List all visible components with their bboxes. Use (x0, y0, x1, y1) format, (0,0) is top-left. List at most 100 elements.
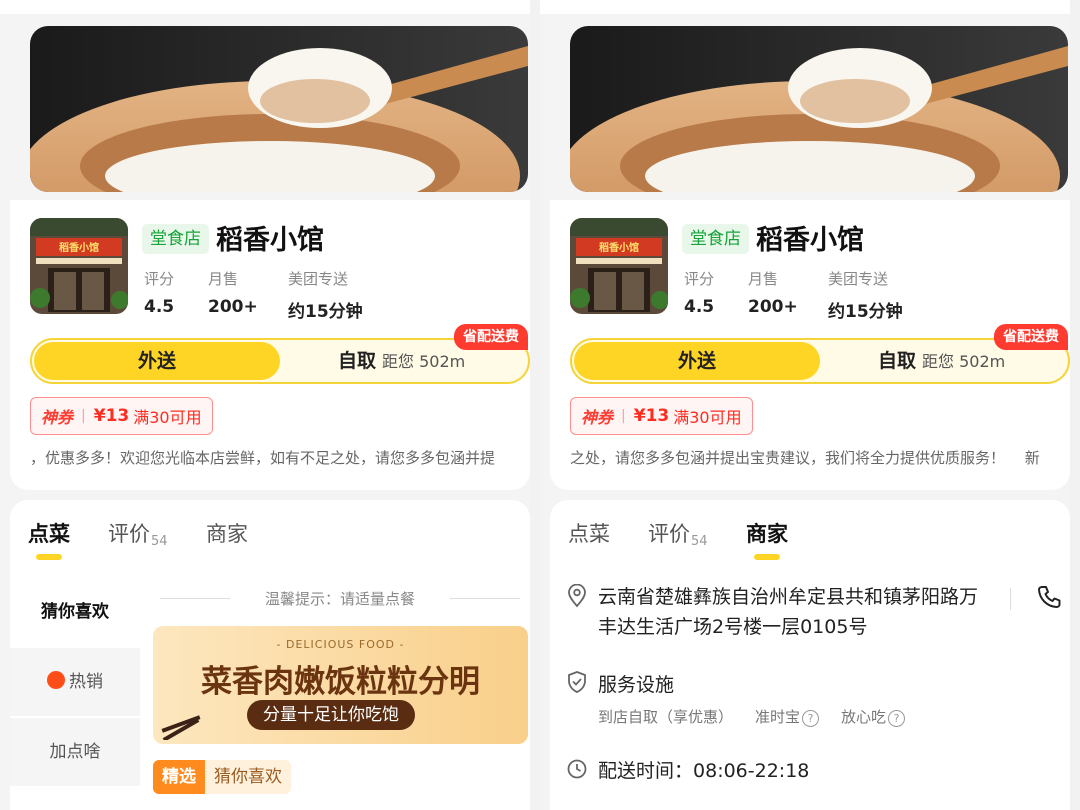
hero-image (570, 26, 1068, 192)
tab-merchant-label: 商家 (206, 522, 248, 546)
dine-in-tag: 堂食店 (682, 224, 749, 254)
pickup-label: 自取 (338, 350, 377, 372)
tab-order-label: 点菜 (28, 522, 70, 546)
tab-reviews[interactable]: 评价54 (648, 518, 708, 549)
delivery-time-stat: 美团专送 约15分钟 (288, 268, 363, 322)
review-count: 54 (151, 534, 168, 549)
category-label: 热销 (69, 672, 103, 692)
pickup-label: 自取 (878, 350, 917, 372)
services-title: 服务设施 (598, 674, 675, 696)
status-strip (540, 0, 1070, 14)
menu-body: 猜你喜欢 热销 加点啥 温馨提示：请适量点餐 - DELICIOUS FOOD … (10, 562, 530, 810)
stat-label: 月售 (748, 270, 779, 288)
stat-label: 评分 (684, 270, 715, 288)
stat-label: 月售 (208, 270, 239, 288)
section-title: 猜你喜欢 (205, 760, 291, 794)
tab-order[interactable]: 点菜 (28, 518, 70, 560)
banner-title: 菜香肉嫩饭粒粒分明 (201, 664, 480, 700)
coupon-brand: 神券 (581, 408, 614, 427)
service-item: 到店自取（享优惠） (598, 708, 734, 726)
store-card: 稻香小馆 堂食店 稻香小馆 评分 4.5 月售 200+ 美团专送 约15分钟 … (550, 200, 1070, 490)
stat-value: 4.5 (684, 297, 715, 317)
service-item-safe[interactable]: 放心吃? (841, 706, 906, 727)
announcement-marquee: ，优惠多多！欢迎您光临本店尝鲜，如有不足之处，请您多多包涵并提 (30, 449, 496, 467)
delivery-mode-toggle[interactable]: 外送 自取 距您 502m 省配送费 (570, 324, 1070, 384)
free-delivery-badge: 省配送费 (454, 324, 528, 350)
stat-value: 约15分钟 (288, 302, 363, 322)
tab-reviews-label: 评价 (648, 522, 690, 546)
stat-label: 美团专送 (828, 270, 889, 288)
promo-banner[interactable]: - DELICIOUS FOOD - 菜香肉嫩饭粒粒分明 分量十足让你吃饱 (153, 626, 528, 744)
service-item-ontime[interactable]: 准时宝? (755, 706, 820, 727)
phone-icon[interactable] (1036, 584, 1062, 610)
stat-value: 约15分钟 (828, 302, 903, 322)
help-circle-icon[interactable]: ? (888, 710, 906, 727)
tab-merchant[interactable]: 商家 (746, 518, 788, 560)
rating-stat: 评分 4.5 (684, 268, 714, 317)
tab-reviews[interactable]: 评价54 (108, 518, 168, 549)
order-tip: 温馨提示：请适量点餐 (160, 588, 520, 609)
category-add-ons[interactable]: 加点啥 (10, 718, 140, 786)
distance-text: 距您 502m (922, 352, 1006, 371)
banner-subtitle: - DELICIOUS FOOD - (276, 638, 405, 651)
coupon-chip[interactable]: 神券 | ¥13 满30可用 (570, 397, 753, 435)
hours-value: 08:06-22:18 (693, 760, 810, 782)
section-header: 精选 猜你喜欢 (153, 760, 291, 794)
coupon-condition: 满30可用 (673, 408, 742, 427)
free-delivery-badge: 省配送费 (994, 324, 1068, 350)
tab-reviews-label: 评价 (108, 522, 150, 546)
delivery-option[interactable]: 外送 (34, 342, 280, 380)
flame-icon (47, 671, 65, 689)
coupon-brand: 神券 (41, 408, 74, 427)
merchant-info: 云南省楚雄彝族自治州牟定县共和镇茅阳路万丰达生活广场2号楼一层0105号 服务设… (550, 562, 1070, 810)
storefront-image: 稻香小馆 (30, 218, 128, 314)
stat-value: 200+ (208, 297, 258, 317)
stat-value: 200+ (748, 297, 798, 317)
announcement-marquee: 之处，请您多多包涵并提出宝贵建议，我们将全力提供优质服务！ 新 (570, 449, 1040, 467)
pickup-option[interactable]: 自取 距您 502m (878, 340, 1005, 383)
help-circle-icon[interactable]: ? (802, 710, 820, 727)
store-name: 稻香小馆 (756, 225, 864, 256)
coupon-chip[interactable]: 神券 | ¥13 满30可用 (30, 397, 213, 435)
review-count: 54 (691, 534, 708, 549)
stat-label: 美团专送 (288, 270, 349, 288)
service-label: 准时宝 (755, 708, 801, 726)
distance-text: 距您 502m (382, 352, 466, 371)
store-name: 稻香小馆 (216, 225, 324, 256)
delivery-hours: 配送时间：08:06-22:18 (598, 756, 809, 783)
coupon-condition: 满30可用 (133, 408, 202, 427)
storefront-image: 稻香小馆 (570, 218, 668, 314)
tab-order[interactable]: 点菜 (568, 518, 610, 548)
tab-bar: 点菜 评价54 商家 (10, 500, 530, 562)
category-guess-you-like[interactable]: 猜你喜欢 (10, 578, 140, 646)
right-screen: 稻香小馆 堂食店 稻香小馆 评分 4.5 月售 200+ 美团专送 约15分钟 … (540, 0, 1070, 810)
coupon-separator: | (621, 408, 626, 424)
tab-bar: 点菜 评价54 商家 (550, 500, 1070, 562)
delivery-time-stat: 美团专送 约15分钟 (828, 268, 903, 322)
dine-in-tag: 堂食店 (142, 224, 209, 254)
store-card: 稻香小馆 堂食店 稻香小馆 评分 4.5 月售 200+ 美团专送 约15分钟 … (10, 200, 530, 490)
tab-merchant[interactable]: 商家 (206, 518, 248, 548)
delivery-mode-toggle[interactable]: 外送 自取 距您 502m 省配送费 (30, 324, 530, 384)
store-address[interactable]: 云南省楚雄彝族自治州牟定县共和镇茅阳路万丰达生活广场2号楼一层0105号 (598, 582, 988, 642)
delivery-option[interactable]: 外送 (574, 342, 820, 380)
tab-merchant-label: 商家 (746, 522, 788, 546)
location-pin-icon (568, 584, 586, 608)
stat-value: 4.5 (144, 297, 175, 317)
rating-stat: 评分 4.5 (144, 268, 174, 317)
coupon-separator: | (81, 408, 86, 424)
clock-icon (567, 759, 587, 779)
hero-image (30, 26, 528, 192)
service-label: 放心吃 (841, 708, 887, 726)
chopsticks-icon (161, 715, 201, 740)
banner-pill: 分量十足让你吃饱 (247, 700, 415, 730)
stat-label: 评分 (144, 270, 175, 288)
storefront-sign-text: 稻香小馆 (59, 241, 99, 254)
monthly-sales-stat: 月售 200+ (748, 268, 798, 317)
featured-tag: 精选 (153, 760, 205, 794)
pickup-option[interactable]: 自取 距您 502m (338, 340, 465, 383)
category-hot-sales[interactable]: 热销 (10, 648, 140, 716)
coupon-amount: ¥13 (633, 406, 670, 426)
services-list: 到店自取（享优惠） 准时宝? 放心吃? (598, 706, 906, 727)
status-strip (0, 0, 530, 14)
